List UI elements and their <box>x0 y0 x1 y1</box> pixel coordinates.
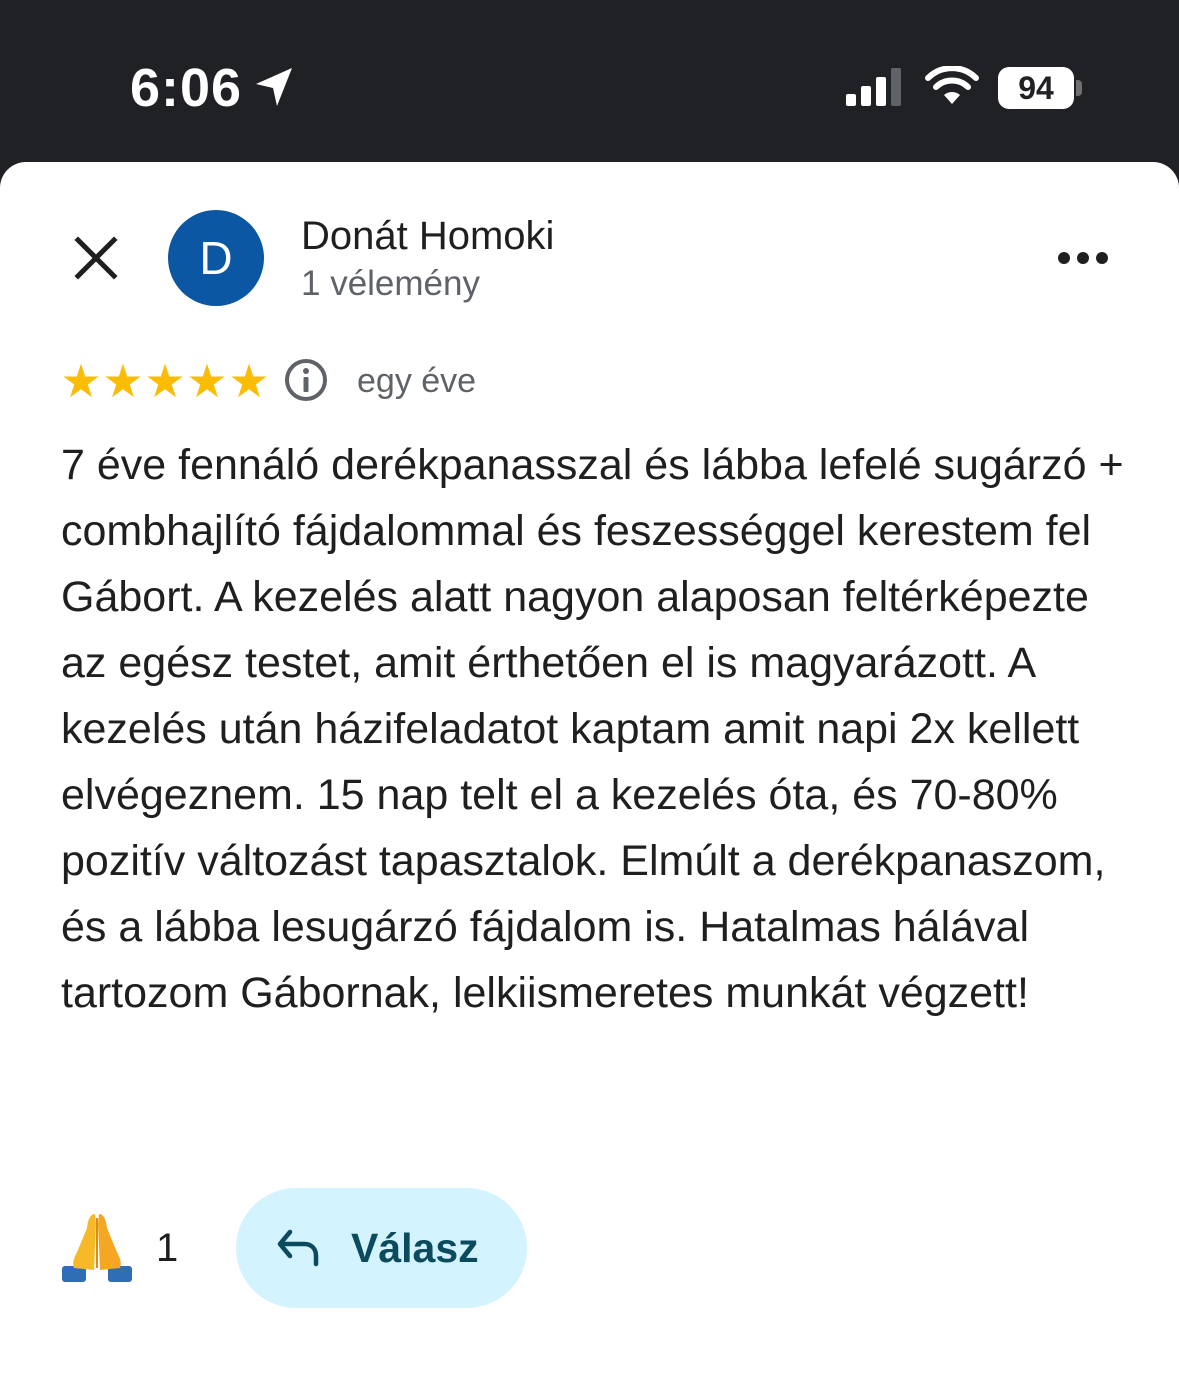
star-icon: ★ <box>186 355 228 407</box>
more-options-button[interactable] <box>1050 236 1116 280</box>
reply-button[interactable]: Válasz <box>236 1188 527 1308</box>
reply-arrow-icon <box>277 1229 319 1267</box>
star-icon: ★ <box>102 355 144 407</box>
star-icon: ★ <box>144 355 186 407</box>
review-date: egy éve <box>357 362 477 400</box>
review-count: 1 vélemény <box>301 264 480 303</box>
reply-button-label: Válasz <box>351 1225 479 1271</box>
reaction-count: 1 <box>156 1226 179 1270</box>
wifi-icon <box>925 66 979 104</box>
more-horizontal-icon <box>1058 252 1108 264</box>
review-text: 7 éve fennáló derékpanasszal és lábba le… <box>61 441 1124 1017</box>
close-icon <box>74 236 118 280</box>
close-button[interactable] <box>62 224 130 292</box>
status-time: 6:06 <box>130 58 243 118</box>
star-icon: ★ <box>60 355 102 407</box>
cellular-signal-icon <box>846 68 901 106</box>
folded-hands-icon <box>62 1214 132 1282</box>
location-arrow-icon <box>256 68 292 106</box>
battery-tip <box>1076 80 1082 96</box>
avatar[interactable]: D <box>168 210 264 306</box>
reaction-button[interactable] <box>60 1210 134 1284</box>
star-icon: ★ <box>228 355 270 407</box>
battery-indicator: 94 <box>998 67 1074 109</box>
star-rating: ★ ★ ★ ★ ★ <box>60 356 270 406</box>
status-bar: 6:06 94 <box>0 0 1179 162</box>
reviewer-name[interactable]: Donát Homoki <box>301 212 554 260</box>
info-icon[interactable] <box>284 358 328 402</box>
